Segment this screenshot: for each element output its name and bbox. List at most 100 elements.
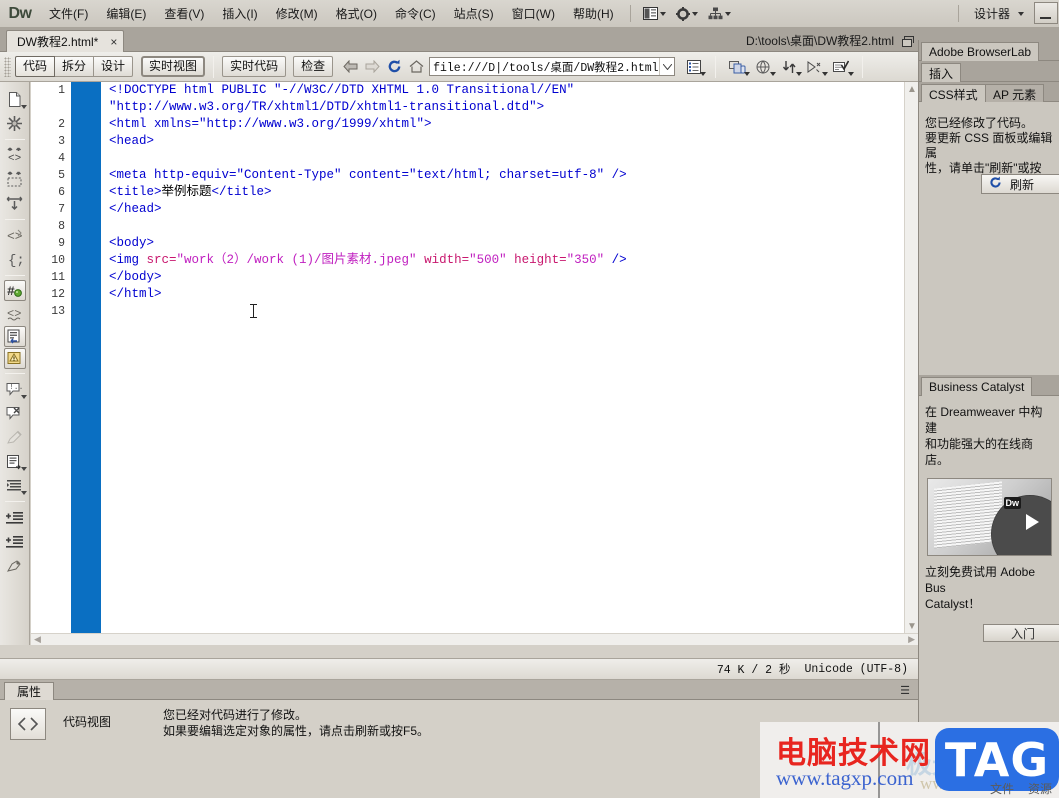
code-text[interactable]: <meta http-equiv="Content-Type" content=…: [101, 167, 627, 184]
editor-vertical-scrollbar[interactable]: ▲ ▼: [904, 82, 918, 633]
tab-browserlab[interactable]: Adobe BrowserLab: [921, 42, 1040, 61]
scroll-up-icon[interactable]: ▲: [905, 82, 918, 96]
open-documents-icon[interactable]: [3, 88, 27, 111]
tab-ap-elements[interactable]: AP 元素: [985, 84, 1045, 103]
chevron-down-icon[interactable]: [659, 58, 674, 75]
code-text[interactable]: <body>: [101, 235, 154, 252]
menu-insert[interactable]: 插入(I): [213, 3, 266, 25]
code-line[interactable]: 9 <body>: [31, 235, 918, 252]
code-line[interactable]: 5 <meta http-equiv="Content-Type" content…: [31, 167, 918, 184]
live-code-button[interactable]: 实时代码: [222, 56, 287, 77]
address-input[interactable]: file:///D|/tools/桌面/DW教程2.html: [430, 59, 659, 75]
scroll-right-icon[interactable]: ▶: [908, 634, 915, 645]
scroll-down-icon[interactable]: ▼: [905, 619, 918, 633]
view-code-button[interactable]: 代码: [15, 56, 56, 77]
code-line[interactable]: 10 <img src="work（2）/work (1)/图片素材.jpeg" …: [31, 252, 918, 269]
code-text[interactable]: <img src="work（2）/work (1)/图片素材.jpeg" wi…: [101, 252, 627, 269]
code-line[interactable]: "http://www.w3.org/TR/xhtml1/DTD/xhtml1-…: [31, 99, 918, 116]
business-catalyst-getstarted-button[interactable]: 入门: [983, 624, 1059, 642]
editor-horizontal-scrollbar[interactable]: ◀ ▶: [31, 633, 918, 645]
indent-code-icon[interactable]: [3, 474, 27, 497]
scroll-left-icon[interactable]: ◀: [34, 634, 41, 645]
restore-window-icon[interactable]: [902, 35, 914, 47]
css-panel-refresh-button[interactable]: 刷新: [981, 174, 1059, 194]
preview-browser-icon[interactable]: [750, 55, 777, 79]
collapse-full-tag-icon[interactable]: [3, 112, 27, 135]
site-tree-icon[interactable]: [703, 5, 736, 22]
tab-properties[interactable]: 属性: [4, 682, 55, 700]
code-line[interactable]: 3 <head>: [31, 133, 918, 150]
tab-business-catalyst[interactable]: Business Catalyst: [921, 377, 1033, 396]
code-line[interactable]: 7 </head>: [31, 201, 918, 218]
toolbar-grip[interactable]: [4, 56, 11, 77]
code-line[interactable]: 13: [31, 303, 918, 320]
home-icon[interactable]: [405, 56, 427, 78]
view-design-button[interactable]: 设计: [94, 56, 134, 77]
address-bar[interactable]: file:///D|/tools/桌面/DW教程2.html: [429, 57, 676, 76]
move-css-rules-icon[interactable]: [3, 450, 27, 473]
menu-commands[interactable]: 命令(C): [386, 3, 445, 25]
code-text[interactable]: <title>举例标题</title>: [101, 184, 272, 201]
collapse-outside-tag-icon[interactable]: <>: [3, 144, 27, 167]
browser-list-icon[interactable]: [681, 55, 707, 79]
code-editor[interactable]: 1 <!DOCTYPE html PUBLIC "-//W3C//DTD XHTM…: [31, 82, 918, 645]
menu-site[interactable]: 站点(S): [445, 3, 503, 25]
forward-arrow-icon[interactable]: [361, 56, 383, 78]
code-text[interactable]: <html xmlns="http://www.w3.org/1999/xhtm…: [101, 116, 432, 133]
highlight-invalid-code-icon[interactable]: #: [3, 280, 26, 301]
window-minimize-button[interactable]: [1034, 1, 1058, 24]
menu-edit[interactable]: 编辑(E): [97, 3, 155, 25]
expand-all-icon[interactable]: [3, 168, 27, 191]
business-catalyst-video-thumbnail[interactable]: Dw: [927, 478, 1052, 556]
outdent-code-icon[interactable]: [3, 506, 27, 529]
code-text[interactable]: <!DOCTYPE html PUBLIC "-//W3C//DTD XHTML…: [101, 82, 574, 99]
validate-markup-icon[interactable]: [828, 55, 855, 79]
format-source-icon[interactable]: [3, 530, 27, 553]
view-split-button[interactable]: 拆分: [55, 56, 95, 77]
code-line[interactable]: 11 </body>: [31, 269, 918, 286]
code-line[interactable]: 8: [31, 218, 918, 235]
close-icon[interactable]: ×: [110, 36, 117, 48]
code-text[interactable]: </head>: [101, 201, 162, 218]
code-line[interactable]: 6 <title>举例标题</title>: [31, 184, 918, 201]
code-text[interactable]: </body>: [101, 269, 162, 286]
menu-view[interactable]: 查看(V): [155, 3, 213, 25]
layout-icon[interactable]: [638, 5, 671, 22]
code-text[interactable]: </html>: [101, 286, 162, 303]
tab-insert[interactable]: 插入: [921, 63, 962, 82]
code-line[interactable]: 12 </html>: [31, 286, 918, 303]
apply-source-formatting-icon[interactable]: [3, 554, 27, 577]
menu-modify[interactable]: 修改(M): [267, 3, 327, 25]
tab-css-styles[interactable]: CSS样式: [921, 84, 986, 103]
inspect-button[interactable]: 检查: [293, 56, 334, 77]
back-arrow-icon[interactable]: [339, 56, 361, 78]
workspace-switcher[interactable]: 设计器: [966, 2, 1032, 25]
code-content[interactable]: 1 <!DOCTYPE html PUBLIC "-//W3C//DTD XHTM…: [31, 82, 918, 320]
balance-braces-icon[interactable]: <>: [3, 224, 27, 247]
code-line[interactable]: 4: [31, 150, 918, 167]
file-transfer-icon[interactable]: [776, 55, 803, 79]
play-icon[interactable]: [1026, 514, 1039, 530]
code-line[interactable]: 2 <html xmlns="http://www.w3.org/1999/xht…: [31, 116, 918, 133]
wrap-tag-icon[interactable]: [3, 402, 27, 425]
menu-help[interactable]: 帮助(H): [564, 3, 623, 25]
visual-aids-icon[interactable]: [802, 55, 829, 79]
code-line[interactable]: 1 <!DOCTYPE html PUBLIC "-//W3C//DTD XHTM…: [31, 82, 918, 99]
multiscreen-icon[interactable]: [724, 55, 751, 79]
extend-gear-icon[interactable]: [671, 5, 703, 23]
code-text[interactable]: <head>: [101, 133, 154, 150]
menu-format[interactable]: 格式(O): [327, 3, 386, 25]
menu-file[interactable]: 文件(F): [40, 3, 97, 25]
panel-menu-icon[interactable]: ☰: [900, 684, 910, 697]
apply-comment-icon[interactable]: [3, 348, 26, 369]
select-parent-tag-icon[interactable]: [3, 192, 27, 215]
menu-window[interactable]: 窗口(W): [503, 3, 564, 25]
document-tab[interactable]: DW教程2.html* ×: [6, 30, 125, 52]
syntax-error-alerts-icon[interactable]: [3, 326, 26, 347]
code-text[interactable]: "http://www.w3.org/TR/xhtml1/DTD/xhtml1-…: [101, 99, 544, 116]
line-numbers-icon[interactable]: {;}: [3, 248, 27, 271]
word-wrap-icon[interactable]: <>: [3, 302, 27, 325]
live-view-button[interactable]: 实时视图: [141, 56, 206, 77]
remove-comment-icon[interactable]: !..: [3, 378, 27, 401]
refresh-icon[interactable]: [383, 56, 405, 78]
